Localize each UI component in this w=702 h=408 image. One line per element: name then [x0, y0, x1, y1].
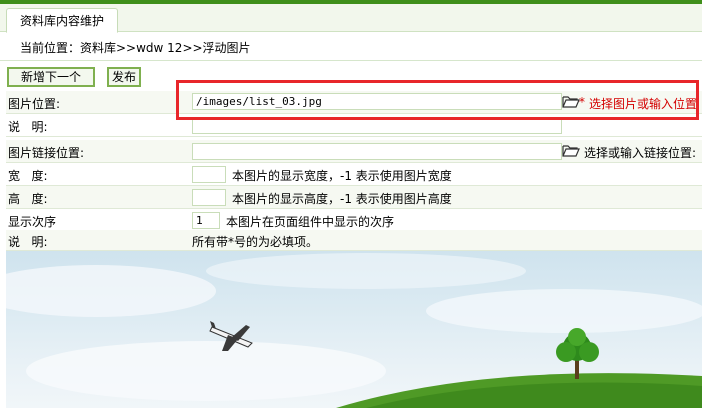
description-label: 说 明:	[8, 120, 48, 134]
tree-icon	[556, 328, 599, 379]
display-order-label: 显示次序	[8, 215, 57, 229]
note-label: 说 明:	[8, 235, 48, 249]
width-hint: 本图片的显示宽度，-1 表示使用图片宽度	[232, 169, 452, 183]
sky-landscape-image	[6, 253, 702, 408]
display-order-hint: 本图片在页面组件中显示的次序	[226, 215, 395, 229]
row-width: 宽 度: 本图片的显示宽度，-1 表示使用图片宽度	[6, 163, 702, 186]
tab-strip: 资料库内容维护	[0, 4, 702, 33]
width-label: 宽 度:	[8, 169, 48, 183]
link-position-input[interactable]	[192, 143, 562, 160]
image-position-label: 图片位置:	[8, 97, 61, 111]
height-input[interactable]	[192, 189, 226, 206]
select-link-hint: 选择或输入链接位置:	[584, 146, 697, 160]
breadcrumb-text: 当前位置：资料库>>wdw 12>>浮动图片	[20, 41, 251, 55]
row-display-order: 显示次序 1 本图片在页面组件中显示的次序	[6, 209, 702, 232]
folder-open-icon[interactable]	[562, 142, 580, 158]
row-height: 高 度: 本图片的显示高度，-1 表示使用图片高度	[6, 186, 702, 209]
image-preview	[6, 251, 702, 408]
row-note: 说 明: 所有带*号的为必填项。	[6, 230, 702, 251]
breadcrumb: 当前位置：资料库>>wdw 12>>浮动图片	[0, 33, 702, 61]
width-input[interactable]	[192, 166, 226, 183]
display-order-input[interactable]: 1	[192, 212, 220, 229]
height-hint: 本图片的显示高度，-1 表示使用图片高度	[232, 192, 452, 206]
required-note: 所有带*号的为必填项。	[192, 235, 319, 249]
height-label: 高 度:	[8, 192, 48, 206]
publish-button[interactable]: 发布	[107, 67, 141, 87]
highlight-box	[176, 80, 699, 120]
row-link-position: 图片链接位置: 选择或输入链接位置:	[6, 140, 702, 163]
tab-content-maintenance[interactable]: 资料库内容维护	[6, 8, 118, 33]
new-next-button[interactable]: 新增下一个	[7, 67, 95, 87]
link-position-label: 图片链接位置:	[8, 146, 85, 160]
